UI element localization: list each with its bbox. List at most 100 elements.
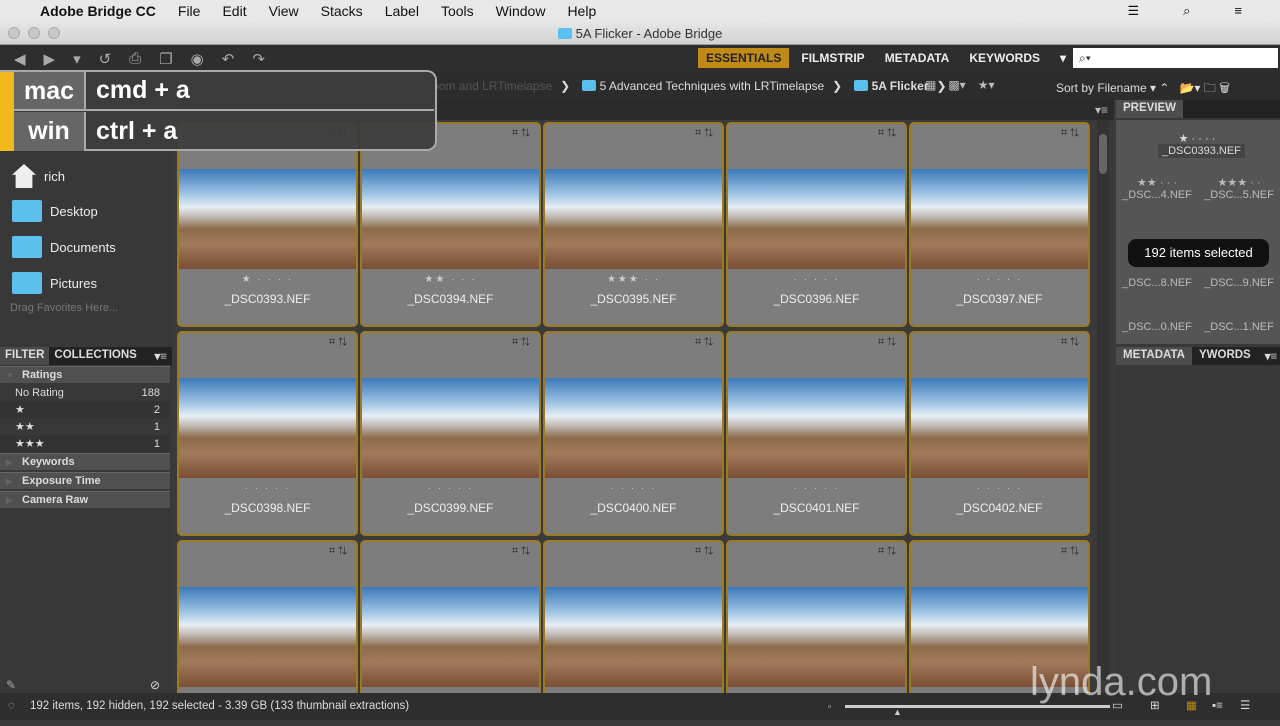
sort-dropdown[interactable]: Sort by Filename (1056, 81, 1147, 95)
thumbnail-cell[interactable]: ⌗⇅ ★★★ · · _DSC0395.NEF (543, 122, 724, 327)
menu-view[interactable]: View (269, 3, 299, 19)
preview-item[interactable]: _DSC...9.NEF (1204, 277, 1274, 289)
menu-edit[interactable]: Edit (222, 3, 246, 19)
preview-item[interactable]: _DSC...1.NEF (1204, 321, 1274, 333)
recent-dropdown-icon[interactable]: ▾ (73, 50, 81, 68)
small-thumb-icon[interactable]: ▫ (828, 693, 831, 720)
thumbnail-cell[interactable]: ⌗⇅ (543, 540, 724, 693)
minimize-window-button[interactable] (28, 27, 40, 39)
tab-metadata[interactable]: METADATA (1116, 347, 1192, 365)
thumbnail-size-slider[interactable]: ▲ (845, 705, 1110, 717)
tab-filter[interactable]: FILTER (0, 347, 50, 365)
thumbnail-cell[interactable]: ⌗⇅ · · · · · _DSC0401.NEF (726, 331, 907, 536)
preview-item[interactable]: _DSC...5.NEF (1204, 189, 1274, 201)
panel-menu-icon[interactable]: ▾≡ (1258, 347, 1280, 365)
thumbnail-cell[interactable]: ⌗⇅ · · · · · _DSC0399.NEF (360, 331, 541, 536)
filter-group-exposure-time[interactable]: Exposure Time (0, 472, 170, 489)
camera-import-icon[interactable]: ⎙ (129, 50, 141, 68)
menu-help[interactable]: Help (567, 3, 596, 19)
thumbnail-cell[interactable]: ⌗⇅ · · · · · _DSC0402.NEF (909, 331, 1090, 536)
pin-icon[interactable]: ✎ (6, 678, 16, 692)
rating-stars[interactable]: ★★★ · · (545, 274, 722, 285)
filter-group-ratings[interactable]: Ratings (0, 366, 170, 383)
menu-label[interactable]: Label (385, 3, 419, 19)
thumbnail-cell[interactable]: ⌗⇅★ · · · ·_DSC0393.NEF (177, 122, 358, 327)
forward-icon[interactable]: ▶ (44, 50, 56, 68)
notifications-icon[interactable]: ≡ (1234, 3, 1242, 19)
rating-stars[interactable]: · · · · · (545, 483, 722, 494)
breadcrumb-item[interactable]: 5 Advanced Techniques with LRTimelapse (600, 79, 825, 93)
rating-stars[interactable]: · · · · · (911, 274, 1088, 285)
workspace-dropdown-icon[interactable]: ▾ (1052, 48, 1074, 68)
filter-group-keywords[interactable]: Keywords (0, 453, 170, 470)
rating-stars[interactable]: ★★ · · · (362, 274, 539, 285)
menu-window[interactable]: Window (496, 3, 546, 19)
clear-filter-icon[interactable]: ⊘ (150, 678, 160, 692)
boomerang-icon[interactable]: ↺ (99, 50, 112, 68)
refine-icon[interactable]: ❐ (159, 50, 172, 68)
menu-file[interactable]: File (178, 3, 201, 19)
menu-tools[interactable]: Tools (441, 3, 474, 19)
favorite-documents[interactable]: Documents (12, 236, 116, 258)
sort-ascending-icon[interactable]: ⌃ (1159, 81, 1169, 95)
panel-menu-icon[interactable]: ▾≡ (1095, 103, 1108, 117)
workspace-metadata[interactable]: METADATA (877, 48, 958, 68)
rating-stars[interactable]: ★ · · · · (179, 274, 356, 285)
search-input[interactable]: ⌕▾ (1073, 48, 1278, 68)
tab-preview[interactable]: PREVIEW (1116, 100, 1184, 118)
tab-collections[interactable]: COLLECTIONS (49, 347, 141, 365)
thumbnail-cell[interactable]: ⌗⇅ · · · · · _DSC0397.NEF (909, 122, 1090, 327)
filter-row[interactable]: ★ 2 (0, 401, 170, 418)
tab-keywords[interactable]: YWORDS (1192, 347, 1258, 365)
thumbnail-quality-icon[interactable]: ▩▾ (948, 78, 965, 92)
close-window-button[interactable] (8, 27, 20, 39)
favorite-desktop[interactable]: Desktop (12, 200, 98, 222)
list-icon[interactable]: ☰ (1127, 3, 1139, 19)
thumbnail-cell[interactable]: ⌗⇅ · · · · · _DSC0396.NEF (726, 122, 907, 327)
rotate-right-icon[interactable]: ↷ (252, 50, 265, 68)
folder-icon (12, 272, 42, 294)
favorite-pictures[interactable]: Pictures (12, 272, 97, 294)
grid-scrollbar[interactable] (1097, 120, 1109, 680)
filter-row[interactable]: ★★★ 1 (0, 435, 170, 452)
rating-stars[interactable]: · · · · · (728, 483, 905, 494)
thumbnail-cell[interactable]: ⌗⇅ (360, 540, 541, 693)
thumbnail-cell[interactable]: ⌗⇅ · · · · · _DSC0400.NEF (543, 331, 724, 536)
open-recent-folder-icon[interactable]: 📂▾ (1179, 81, 1200, 95)
filter-row[interactable]: ★★ 1 (0, 418, 170, 435)
preview-item[interactable]: _DSC...4.NEF (1122, 189, 1192, 201)
rating-stars[interactable]: · · · · · (362, 483, 539, 494)
selection-toast: 192 items selected (1128, 239, 1269, 267)
filter-group-camera-raw[interactable]: Camera Raw (0, 491, 170, 508)
workspace-filmstrip[interactable]: FILMSTRIP (793, 48, 872, 68)
menu-stacks[interactable]: Stacks (321, 3, 363, 19)
rating-stars[interactable]: · · · · · (911, 483, 1088, 494)
thumbnail-cell[interactable]: ⌗⇅ · · · · · _DSC0398.NEF (177, 331, 358, 536)
trash-icon[interactable]: 🗑 (1219, 81, 1230, 95)
view-list-icon[interactable]: ☰ (1240, 693, 1250, 720)
thumbnail-cell[interactable]: ⌗⇅ ★★ · · · _DSC0394.NEF (360, 122, 541, 327)
workspace-essentials[interactable]: ESSENTIALS (698, 48, 790, 68)
preview-item[interactable]: _DSC...0.NEF (1122, 321, 1192, 333)
search-icon[interactable]: ⌕ (1183, 3, 1190, 19)
app-menu[interactable]: Adobe Bridge CC (40, 3, 156, 19)
workspace-keywords[interactable]: KEYWORDS (961, 48, 1048, 68)
back-icon[interactable]: ◀ (14, 50, 26, 68)
preview-item[interactable]: _DSC0393.NEF (1158, 144, 1245, 158)
quality-icon[interactable]: ▦ (925, 78, 936, 92)
zoom-window-button[interactable] (48, 27, 60, 39)
panel-menu-icon[interactable]: ▾≡ (150, 347, 172, 365)
view-details-icon[interactable]: ▪≡ (1212, 693, 1223, 720)
preview-item[interactable]: _DSC...8.NEF (1122, 277, 1192, 289)
rotate-left-icon[interactable]: ↶ (222, 50, 235, 68)
new-folder-icon[interactable]: 🗀 (1204, 81, 1216, 95)
breadcrumb-current[interactable]: 5A Flicker (872, 79, 929, 93)
star-filter-icon[interactable]: ★▾ (978, 78, 995, 92)
rating-stars[interactable]: · · · · · (179, 483, 356, 494)
filter-row[interactable]: No Rating 188 (0, 384, 170, 401)
favorite-rich[interactable]: rich (12, 164, 65, 188)
rating-stars[interactable]: · · · · · (728, 274, 905, 285)
open-camera-raw-icon[interactable]: ◉ (191, 50, 204, 68)
thumbnail-cell[interactable]: ⌗⇅ (177, 540, 358, 693)
thumbnail-cell[interactable]: ⌗⇅ (726, 540, 907, 693)
